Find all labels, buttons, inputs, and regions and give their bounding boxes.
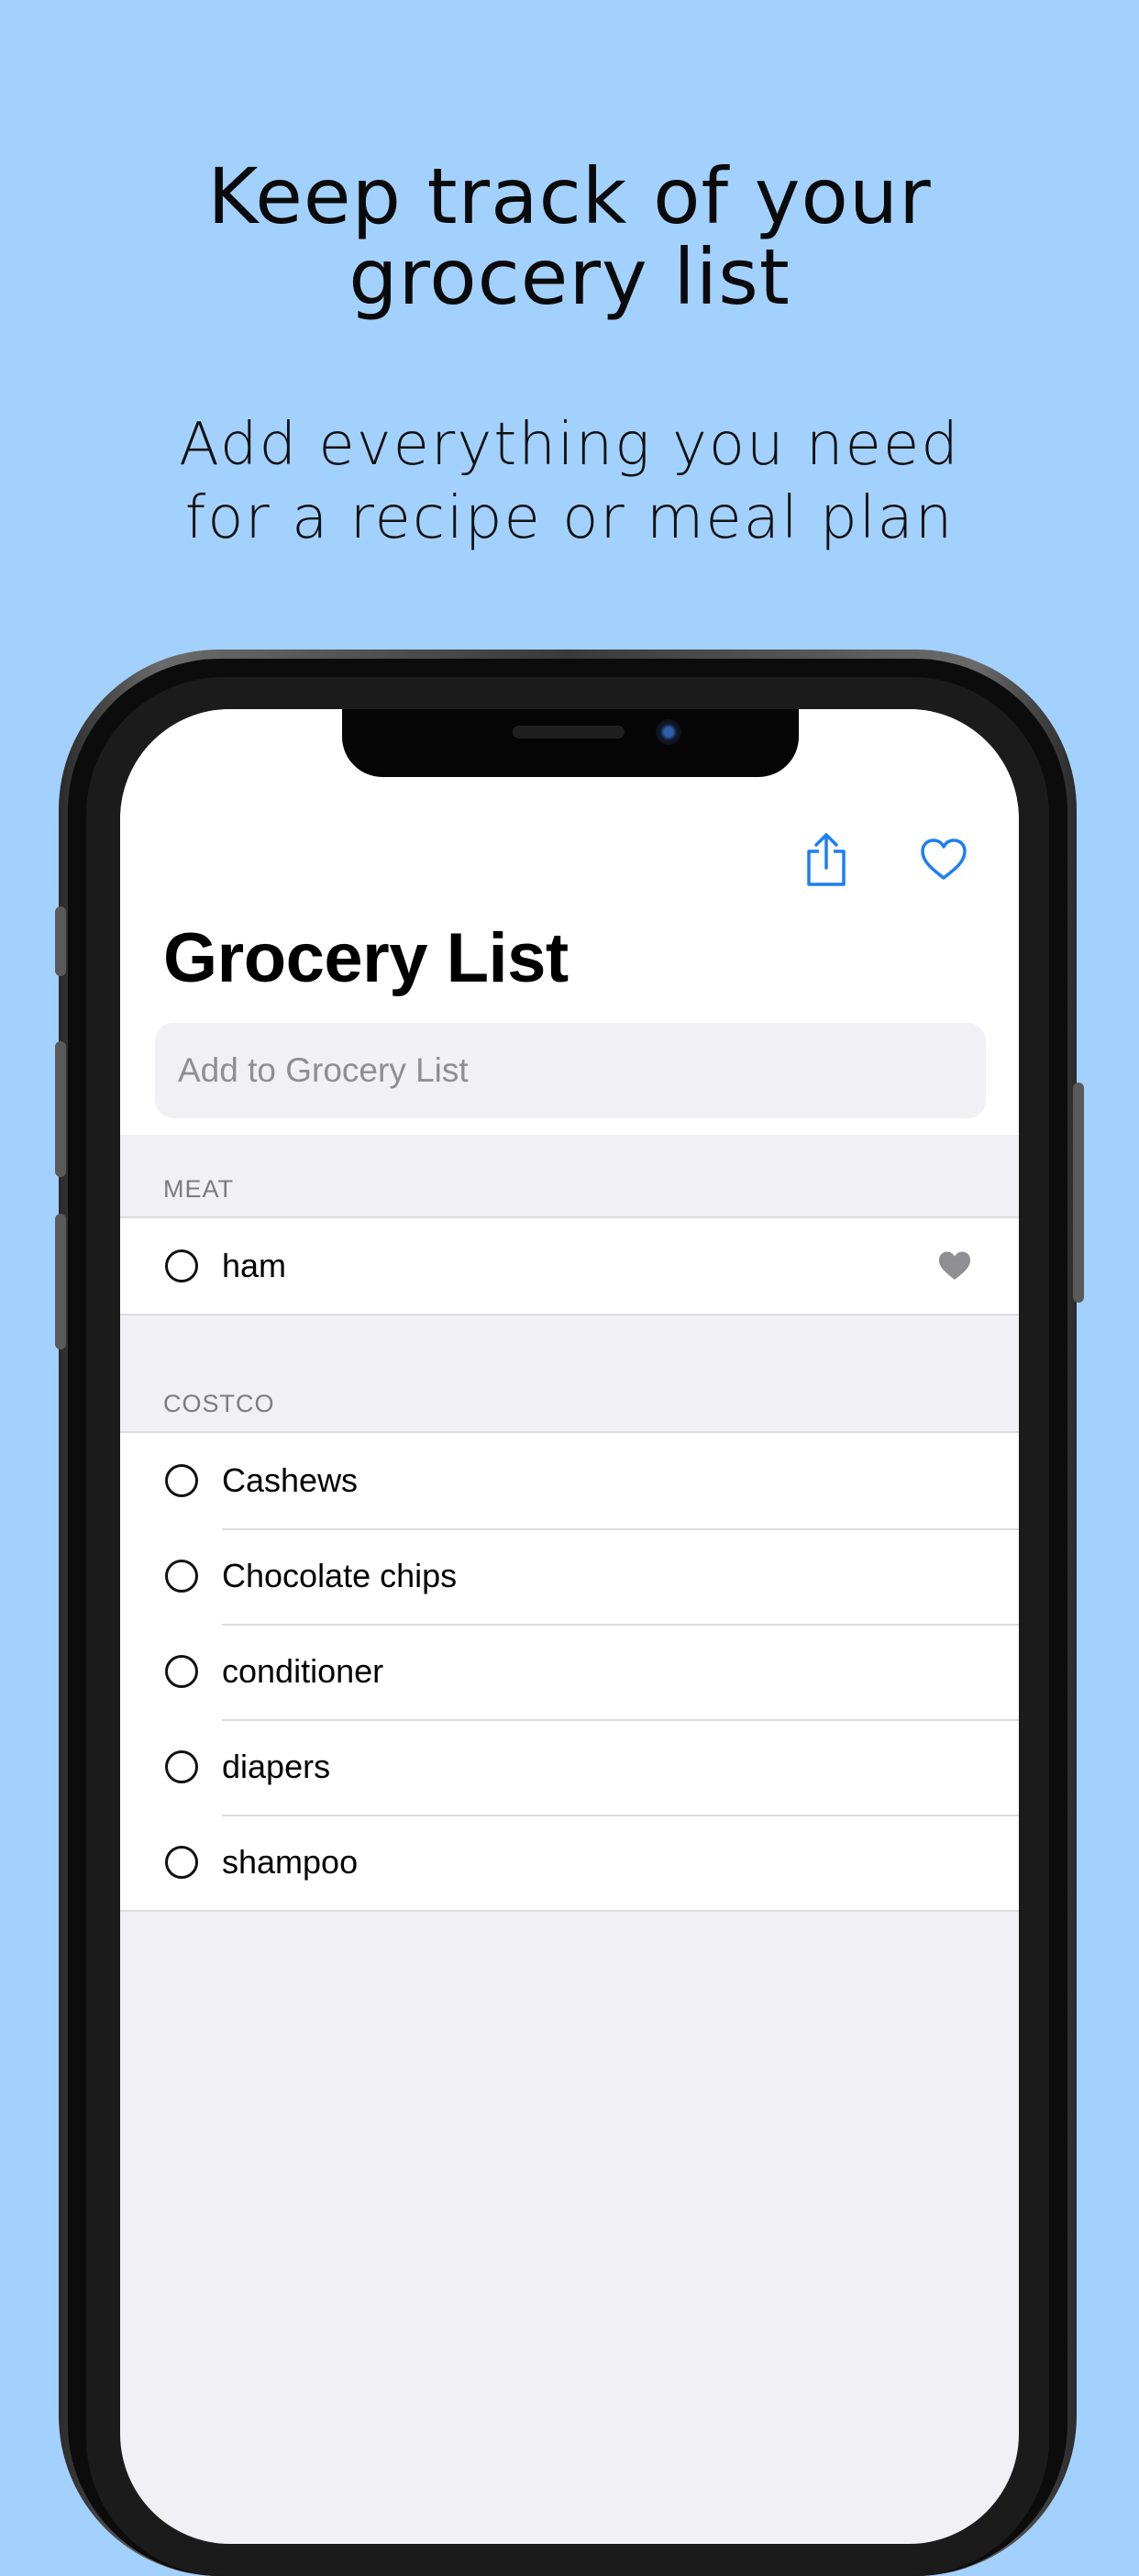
front-camera xyxy=(656,719,681,745)
section-header-meat: MEAT xyxy=(163,1175,234,1203)
add-item-input[interactable] xyxy=(176,1050,968,1091)
item-label: conditioner xyxy=(222,1652,384,1690)
phone-volume-up xyxy=(55,1041,66,1177)
phone-volume-down xyxy=(55,1214,66,1349)
speaker-grille xyxy=(513,726,625,738)
item-label: Chocolate chips xyxy=(222,1557,458,1594)
promo-headline-line2: grocery list xyxy=(348,232,791,322)
promo-subline-line2: for a recipe or meal plan xyxy=(184,484,955,552)
list-item[interactable]: ham xyxy=(120,1218,1019,1314)
promo-headline: Keep track of your grocery list xyxy=(0,156,1139,317)
section-list-costco: Cashews Chocolate chips conditioner diap… xyxy=(120,1431,1019,1912)
checkbox-circle-icon[interactable] xyxy=(165,1750,198,1783)
promo-subline-line1: Add everything you need xyxy=(179,411,960,479)
checkbox-circle-icon[interactable] xyxy=(165,1846,198,1879)
heart-outline-icon xyxy=(921,838,967,880)
promo-subline: Add everything you need for a recipe or … xyxy=(0,408,1139,555)
heart-filled-icon[interactable] xyxy=(936,1249,973,1282)
checkbox-circle-icon[interactable] xyxy=(165,1464,198,1497)
phone-screen: Grocery List MEAT ham COSTCO Cashews Cho… xyxy=(120,709,1019,2544)
add-item-field[interactable] xyxy=(155,1023,986,1118)
item-label: shampoo xyxy=(222,1843,359,1881)
share-icon xyxy=(807,833,846,886)
item-label: ham xyxy=(222,1247,287,1284)
phone-silent-switch xyxy=(55,906,66,976)
promo-headline-line1: Keep track of your xyxy=(207,151,932,241)
favorite-button[interactable] xyxy=(914,830,973,889)
item-label: diapers xyxy=(222,1748,331,1785)
section-header-costco: COSTCO xyxy=(163,1390,275,1417)
phone-power-button xyxy=(1073,1083,1084,1303)
checkbox-circle-icon[interactable] xyxy=(165,1655,198,1688)
share-button[interactable] xyxy=(797,830,856,889)
item-label: Cashews xyxy=(222,1461,359,1499)
checkbox-circle-icon[interactable] xyxy=(165,1249,198,1282)
checkbox-circle-icon[interactable] xyxy=(165,1560,198,1593)
page-title: Grocery List xyxy=(163,919,569,997)
phone-notch xyxy=(342,709,799,777)
list-item[interactable]: Cashews xyxy=(120,1433,1019,1528)
list-item[interactable]: conditioner xyxy=(120,1624,1019,1719)
list-item[interactable]: diapers xyxy=(120,1719,1019,1815)
section-list-meat: ham xyxy=(120,1216,1019,1316)
list-item[interactable]: Chocolate chips xyxy=(120,1528,1019,1624)
list-item[interactable]: shampoo xyxy=(120,1815,1019,1910)
